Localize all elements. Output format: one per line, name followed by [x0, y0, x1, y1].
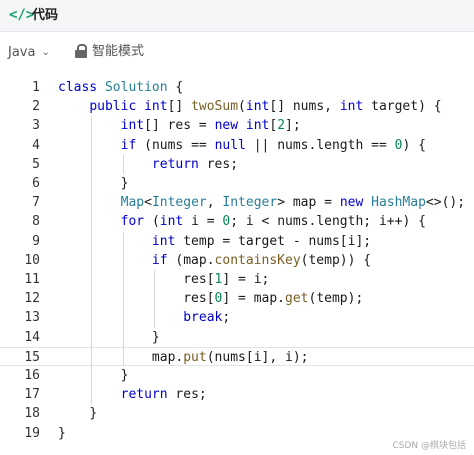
code-text: }	[120, 368, 129, 383]
line-number: 1	[32, 80, 40, 95]
line-number: 5	[32, 156, 40, 172]
code-text: }	[120, 176, 129, 191]
code-line[interactable]: 7 Map<Integer, Integer> map = new HashMa…	[0, 193, 474, 212]
line-number: 13	[24, 310, 40, 326]
code-text: map.put(nums[i], i);	[151, 349, 309, 365]
code-toolbar: Java ⌄ 智能模式	[0, 32, 474, 72]
indent-guide	[91, 116, 93, 405]
language-label: Java	[8, 44, 36, 60]
line-number: 9	[32, 233, 40, 249]
code-block-title: 代码	[32, 8, 59, 23]
code-line[interactable]: 14 }	[0, 328, 474, 347]
code-text: res[0] = map.get(temp);	[183, 291, 364, 307]
code-line[interactable]: 17 return res;	[0, 385, 474, 404]
code-line[interactable]: 18 }	[0, 404, 474, 423]
code-text: if (nums == null || nums.length == 0) {	[120, 137, 426, 153]
code-line[interactable]: 4 if (nums == null || nums.length == 0) …	[0, 136, 474, 155]
code-line[interactable]: 9 int temp = target - nums[i];	[0, 232, 474, 251]
code-editor[interactable]: 1 class Solution { 2 public int[] twoSum(i…	[0, 78, 474, 441]
line-number: 12	[24, 291, 40, 307]
code-text: class Solution {	[58, 80, 184, 95]
code-text: int[] res = new int[2];	[120, 118, 301, 134]
code-line[interactable]: 8 for (int i = 0; i < nums.length; i++) …	[0, 212, 474, 231]
code-line[interactable]: 13 break;	[0, 308, 474, 327]
line-number: 10	[24, 252, 40, 268]
watermark: CSDN @棋块包括	[392, 441, 466, 451]
code-text: int temp = target - nums[i];	[151, 233, 372, 249]
code-line[interactable]: 15 map.put(nums[i], i);	[0, 346, 474, 366]
line-number: 11	[24, 272, 40, 287]
code-icon: </>	[9, 7, 35, 23]
indent-guide	[122, 154, 124, 174]
code-text: return res;	[120, 387, 207, 403]
line-number: 4	[32, 137, 40, 153]
code-text: break;	[183, 310, 231, 326]
line-number: 15	[24, 349, 40, 365]
indent-guide	[153, 270, 155, 328]
code-line[interactable]: 2 public int[] twoSum(int[] nums, int ta…	[0, 97, 474, 116]
code-line[interactable]: 5 return res;	[0, 155, 474, 174]
code-line[interactable]: 3 int[] res = new int[2];	[0, 116, 474, 135]
code-line[interactable]: 10 if (map.containsKey(temp)) {	[0, 251, 474, 270]
line-number: 6	[32, 176, 40, 191]
code-line[interactable]: 12 res[0] = map.get(temp);	[0, 289, 474, 308]
code-text: if (map.containsKey(temp)) {	[151, 252, 372, 268]
code-text: res[1] = i;	[183, 272, 270, 287]
smart-mode-toggle[interactable]: 智能模式	[92, 43, 144, 61]
code-text: }	[151, 329, 160, 345]
code-text: public int[] twoSum(int[] nums, int targ…	[89, 99, 442, 115]
lock-icon	[74, 43, 88, 63]
code-line[interactable]: 1 class Solution {	[0, 78, 474, 97]
code-line[interactable]: 16 }	[0, 366, 474, 385]
indent-guide	[122, 231, 124, 366]
code-text: for (int i = 0; i < nums.length; i++) {	[120, 214, 426, 230]
code-line[interactable]: 6 }	[0, 174, 474, 193]
code-text: return res;	[151, 156, 239, 172]
code-text: Map<Integer, Integer> map = new HashMap<…	[120, 195, 466, 211]
line-number: 7	[32, 195, 40, 211]
code-line[interactable]: 11 res[1] = i;	[0, 270, 474, 289]
line-number: 18	[24, 406, 40, 422]
chevron-down-icon: ⌄	[41, 46, 50, 58]
code-text: }	[58, 425, 66, 441]
code-text: }	[89, 406, 98, 422]
line-number: 8	[32, 214, 40, 230]
line-number: 16	[24, 368, 40, 383]
code-block-header: </> 代码	[0, 0, 474, 32]
line-number: 14	[24, 329, 40, 345]
line-number: 3	[32, 118, 40, 134]
language-select[interactable]: Java ⌄	[8, 42, 50, 62]
line-number: 2	[32, 99, 40, 115]
line-number: 17	[24, 387, 40, 403]
line-number: 19	[24, 425, 40, 441]
